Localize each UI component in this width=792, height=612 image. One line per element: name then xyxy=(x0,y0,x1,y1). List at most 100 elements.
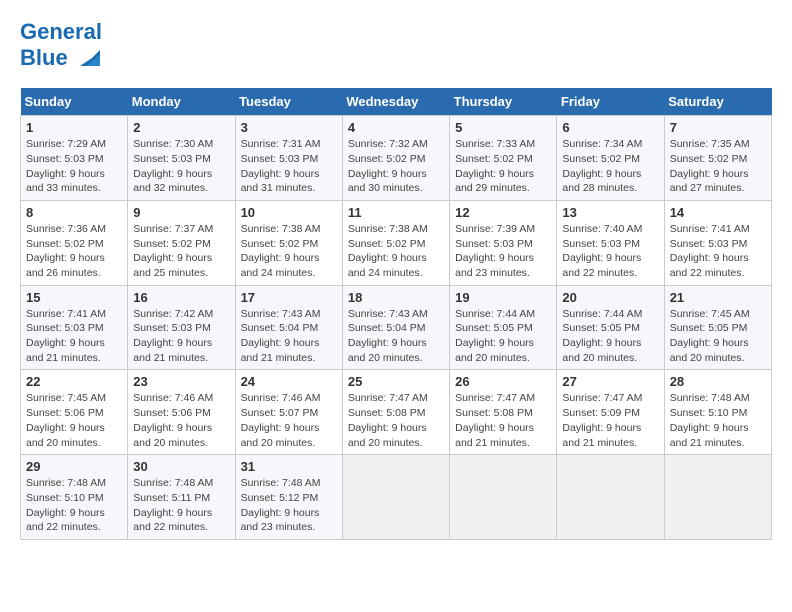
calendar-cell: 3 Sunrise: 7:31 AM Sunset: 5:03 PM Dayli… xyxy=(235,116,342,201)
day-number: 8 xyxy=(26,205,122,220)
calendar-cell: 7 Sunrise: 7:35 AM Sunset: 5:02 PM Dayli… xyxy=(664,116,771,201)
day-number: 4 xyxy=(348,120,444,135)
day-info: Sunrise: 7:48 AM Sunset: 5:10 PM Dayligh… xyxy=(26,476,122,535)
day-info: Sunrise: 7:31 AM Sunset: 5:03 PM Dayligh… xyxy=(241,137,337,196)
day-number: 16 xyxy=(133,290,229,305)
day-info: Sunrise: 7:34 AM Sunset: 5:02 PM Dayligh… xyxy=(562,137,658,196)
day-number: 6 xyxy=(562,120,658,135)
calendar-cell xyxy=(450,455,557,540)
day-info: Sunrise: 7:42 AM Sunset: 5:03 PM Dayligh… xyxy=(133,307,229,366)
day-info: Sunrise: 7:38 AM Sunset: 5:02 PM Dayligh… xyxy=(348,222,444,281)
calendar-cell: 8 Sunrise: 7:36 AM Sunset: 5:02 PM Dayli… xyxy=(21,200,128,285)
day-info: Sunrise: 7:38 AM Sunset: 5:02 PM Dayligh… xyxy=(241,222,337,281)
day-info: Sunrise: 7:30 AM Sunset: 5:03 PM Dayligh… xyxy=(133,137,229,196)
calendar-cell: 19 Sunrise: 7:44 AM Sunset: 5:05 PM Dayl… xyxy=(450,285,557,370)
day-info: Sunrise: 7:33 AM Sunset: 5:02 PM Dayligh… xyxy=(455,137,551,196)
calendar-cell: 27 Sunrise: 7:47 AM Sunset: 5:09 PM Dayl… xyxy=(557,370,664,455)
day-number: 9 xyxy=(133,205,229,220)
calendar-cell: 16 Sunrise: 7:42 AM Sunset: 5:03 PM Dayl… xyxy=(128,285,235,370)
day-info: Sunrise: 7:48 AM Sunset: 5:10 PM Dayligh… xyxy=(670,391,766,450)
day-info: Sunrise: 7:45 AM Sunset: 5:06 PM Dayligh… xyxy=(26,391,122,450)
day-number: 1 xyxy=(26,120,122,135)
day-number: 25 xyxy=(348,374,444,389)
logo-blue: Blue xyxy=(20,46,68,70)
day-number: 11 xyxy=(348,205,444,220)
calendar-cell: 24 Sunrise: 7:46 AM Sunset: 5:07 PM Dayl… xyxy=(235,370,342,455)
day-info: Sunrise: 7:41 AM Sunset: 5:03 PM Dayligh… xyxy=(26,307,122,366)
weekday-header-wednesday: Wednesday xyxy=(342,88,449,116)
day-number: 28 xyxy=(670,374,766,389)
day-info: Sunrise: 7:40 AM Sunset: 5:03 PM Dayligh… xyxy=(562,222,658,281)
weekday-header-row: SundayMondayTuesdayWednesdayThursdayFrid… xyxy=(21,88,772,116)
calendar-cell: 2 Sunrise: 7:30 AM Sunset: 5:03 PM Dayli… xyxy=(128,116,235,201)
calendar-week-3: 15 Sunrise: 7:41 AM Sunset: 5:03 PM Dayl… xyxy=(21,285,772,370)
weekday-header-thursday: Thursday xyxy=(450,88,557,116)
day-number: 21 xyxy=(670,290,766,305)
calendar-cell: 4 Sunrise: 7:32 AM Sunset: 5:02 PM Dayli… xyxy=(342,116,449,201)
day-number: 23 xyxy=(133,374,229,389)
day-info: Sunrise: 7:37 AM Sunset: 5:02 PM Dayligh… xyxy=(133,222,229,281)
calendar-cell: 28 Sunrise: 7:48 AM Sunset: 5:10 PM Dayl… xyxy=(664,370,771,455)
calendar-cell: 15 Sunrise: 7:41 AM Sunset: 5:03 PM Dayl… xyxy=(21,285,128,370)
calendar-header: SundayMondayTuesdayWednesdayThursdayFrid… xyxy=(21,88,772,116)
weekday-header-friday: Friday xyxy=(557,88,664,116)
calendar-cell: 9 Sunrise: 7:37 AM Sunset: 5:02 PM Dayli… xyxy=(128,200,235,285)
calendar-cell: 26 Sunrise: 7:47 AM Sunset: 5:08 PM Dayl… xyxy=(450,370,557,455)
day-number: 19 xyxy=(455,290,551,305)
day-info: Sunrise: 7:46 AM Sunset: 5:07 PM Dayligh… xyxy=(241,391,337,450)
day-number: 17 xyxy=(241,290,337,305)
calendar-cell: 22 Sunrise: 7:45 AM Sunset: 5:06 PM Dayl… xyxy=(21,370,128,455)
day-number: 27 xyxy=(562,374,658,389)
day-info: Sunrise: 7:43 AM Sunset: 5:04 PM Dayligh… xyxy=(241,307,337,366)
calendar-cell: 13 Sunrise: 7:40 AM Sunset: 5:03 PM Dayl… xyxy=(557,200,664,285)
calendar-week-5: 29 Sunrise: 7:48 AM Sunset: 5:10 PM Dayl… xyxy=(21,455,772,540)
day-number: 24 xyxy=(241,374,337,389)
calendar-cell: 30 Sunrise: 7:48 AM Sunset: 5:11 PM Dayl… xyxy=(128,455,235,540)
calendar-table: SundayMondayTuesdayWednesdayThursdayFrid… xyxy=(20,88,772,540)
day-number: 26 xyxy=(455,374,551,389)
calendar-cell: 6 Sunrise: 7:34 AM Sunset: 5:02 PM Dayli… xyxy=(557,116,664,201)
calendar-cell: 31 Sunrise: 7:48 AM Sunset: 5:12 PM Dayl… xyxy=(235,455,342,540)
day-number: 30 xyxy=(133,459,229,474)
logo-icon xyxy=(72,44,100,72)
calendar-cell: 25 Sunrise: 7:47 AM Sunset: 5:08 PM Dayl… xyxy=(342,370,449,455)
calendar-week-4: 22 Sunrise: 7:45 AM Sunset: 5:06 PM Dayl… xyxy=(21,370,772,455)
calendar-cell: 20 Sunrise: 7:44 AM Sunset: 5:05 PM Dayl… xyxy=(557,285,664,370)
logo-text: General xyxy=(20,20,102,44)
day-info: Sunrise: 7:35 AM Sunset: 5:02 PM Dayligh… xyxy=(670,137,766,196)
day-number: 3 xyxy=(241,120,337,135)
day-info: Sunrise: 7:39 AM Sunset: 5:03 PM Dayligh… xyxy=(455,222,551,281)
day-number: 31 xyxy=(241,459,337,474)
day-number: 29 xyxy=(26,459,122,474)
day-info: Sunrise: 7:48 AM Sunset: 5:11 PM Dayligh… xyxy=(133,476,229,535)
calendar-cell xyxy=(557,455,664,540)
calendar-cell: 18 Sunrise: 7:43 AM Sunset: 5:04 PM Dayl… xyxy=(342,285,449,370)
calendar-cell: 14 Sunrise: 7:41 AM Sunset: 5:03 PM Dayl… xyxy=(664,200,771,285)
day-info: Sunrise: 7:44 AM Sunset: 5:05 PM Dayligh… xyxy=(455,307,551,366)
day-number: 12 xyxy=(455,205,551,220)
day-number: 22 xyxy=(26,374,122,389)
day-info: Sunrise: 7:45 AM Sunset: 5:05 PM Dayligh… xyxy=(670,307,766,366)
day-info: Sunrise: 7:29 AM Sunset: 5:03 PM Dayligh… xyxy=(26,137,122,196)
day-number: 2 xyxy=(133,120,229,135)
day-number: 18 xyxy=(348,290,444,305)
day-info: Sunrise: 7:36 AM Sunset: 5:02 PM Dayligh… xyxy=(26,222,122,281)
day-info: Sunrise: 7:48 AM Sunset: 5:12 PM Dayligh… xyxy=(241,476,337,535)
day-info: Sunrise: 7:47 AM Sunset: 5:09 PM Dayligh… xyxy=(562,391,658,450)
day-info: Sunrise: 7:46 AM Sunset: 5:06 PM Dayligh… xyxy=(133,391,229,450)
calendar-cell: 29 Sunrise: 7:48 AM Sunset: 5:10 PM Dayl… xyxy=(21,455,128,540)
weekday-header-saturday: Saturday xyxy=(664,88,771,116)
day-number: 14 xyxy=(670,205,766,220)
logo: General Blue xyxy=(20,20,102,72)
calendar-cell xyxy=(342,455,449,540)
calendar-cell: 11 Sunrise: 7:38 AM Sunset: 5:02 PM Dayl… xyxy=(342,200,449,285)
day-number: 13 xyxy=(562,205,658,220)
day-number: 10 xyxy=(241,205,337,220)
weekday-header-sunday: Sunday xyxy=(21,88,128,116)
calendar-cell xyxy=(664,455,771,540)
calendar-cell: 10 Sunrise: 7:38 AM Sunset: 5:02 PM Dayl… xyxy=(235,200,342,285)
day-number: 7 xyxy=(670,120,766,135)
calendar-cell: 21 Sunrise: 7:45 AM Sunset: 5:05 PM Dayl… xyxy=(664,285,771,370)
day-info: Sunrise: 7:47 AM Sunset: 5:08 PM Dayligh… xyxy=(348,391,444,450)
weekday-header-tuesday: Tuesday xyxy=(235,88,342,116)
